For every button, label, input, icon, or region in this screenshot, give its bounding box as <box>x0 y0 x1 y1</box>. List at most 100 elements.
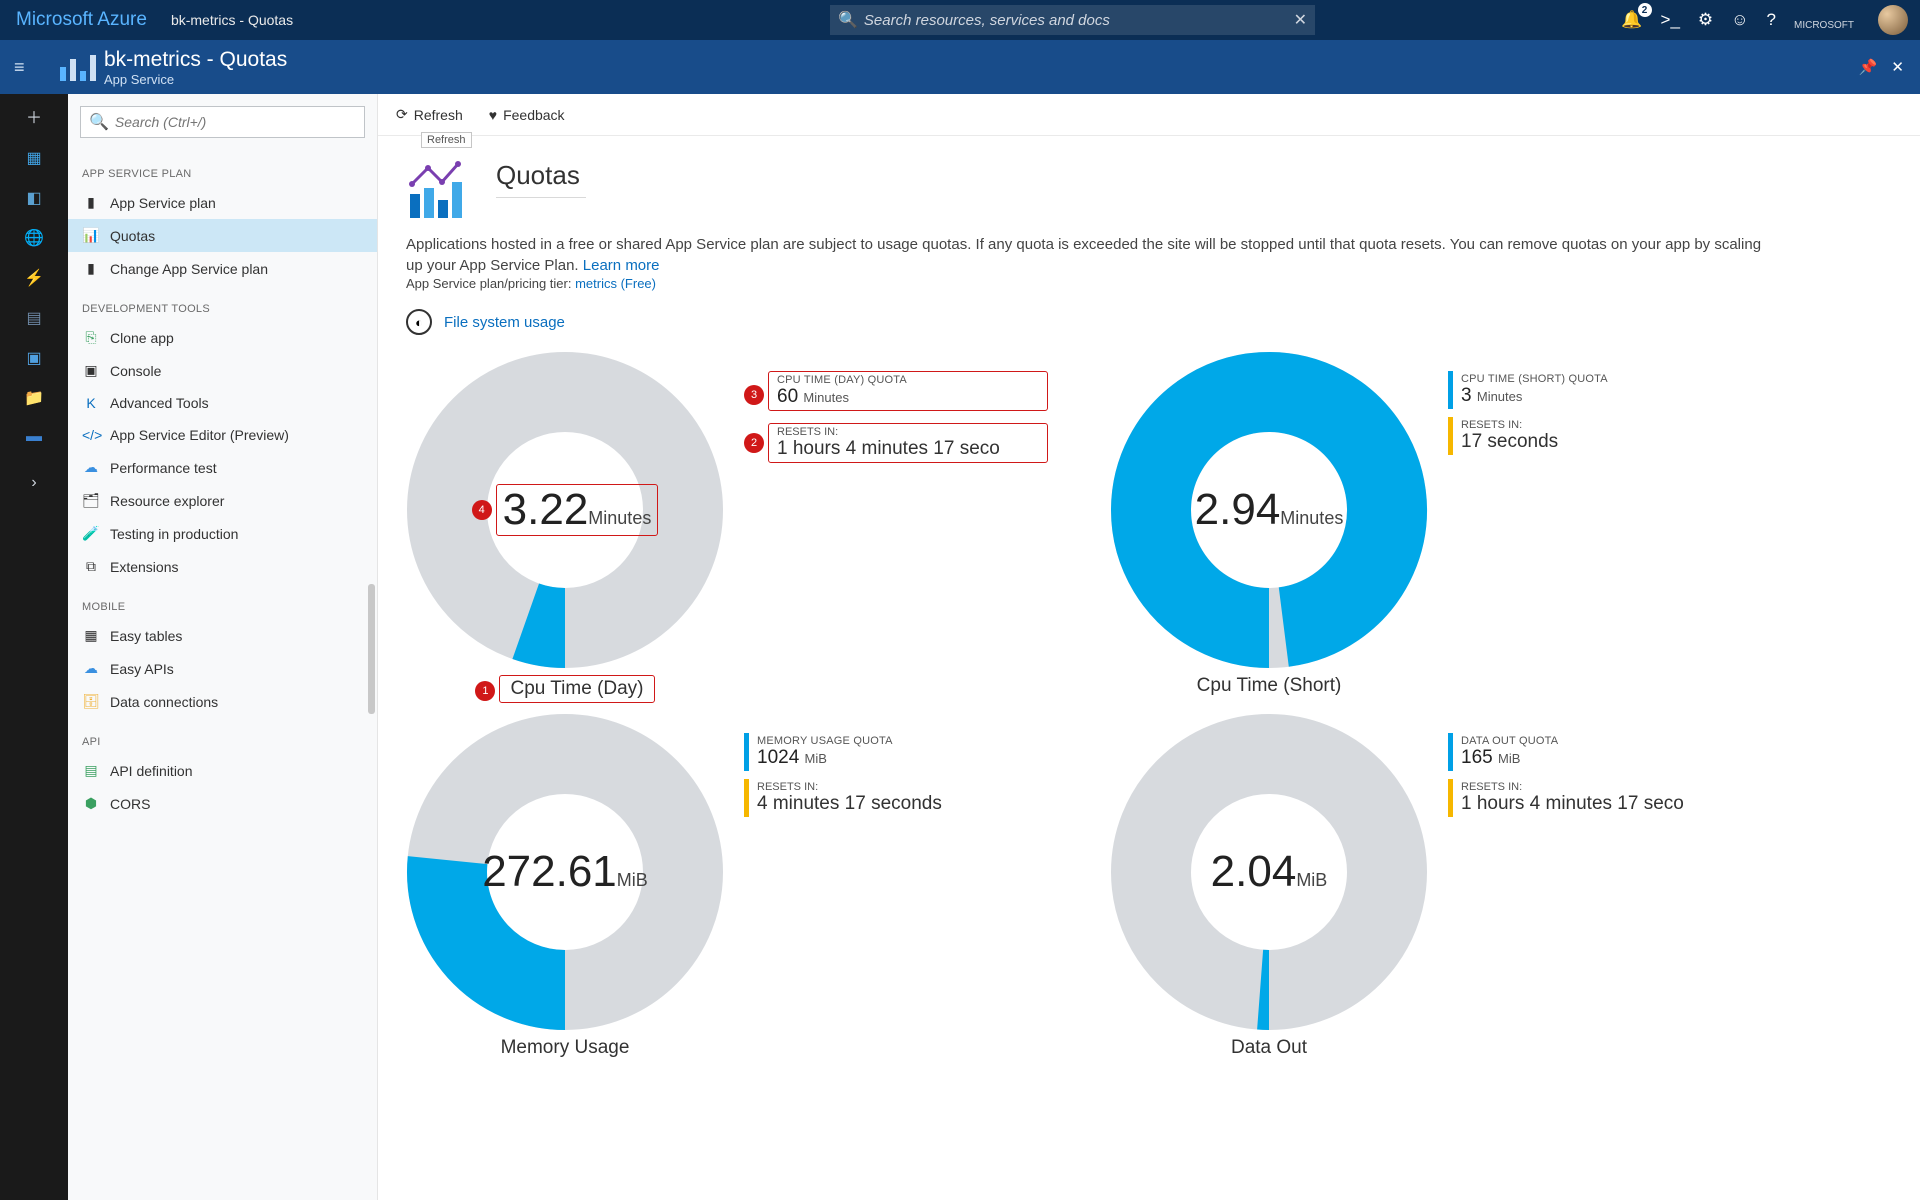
menu-item-testing-production[interactable]: 🧪Testing in production <box>68 517 377 550</box>
hamburger-icon[interactable]: ≡ <box>14 57 54 78</box>
rail-cube-icon[interactable]: ◧ <box>0 188 68 208</box>
menu-search-input[interactable] <box>115 114 356 130</box>
help-icon[interactable]: ? <box>1767 10 1776 30</box>
menu-item-extensions[interactable]: ⧉Extensions <box>68 550 377 583</box>
file-system-usage-link[interactable]: File system usage <box>444 314 565 331</box>
top-bar: Microsoft Azure bk-metrics - Quotas 🔍 ✕ … <box>0 0 1920 40</box>
rail-storage-icon[interactable]: ▤ <box>0 308 68 328</box>
menu-item-quotas[interactable]: 📊Quotas <box>68 219 377 252</box>
rail-folder-icon[interactable]: 📁 <box>0 388 68 408</box>
rail-function-icon[interactable]: ⚡ <box>0 268 68 288</box>
annotation-badge: 4 <box>472 500 492 520</box>
content-area: ⟳Refresh ♥Feedback Refresh Quotas Applic… <box>378 94 1920 1200</box>
quotas-hero-icon <box>406 160 476 220</box>
change-plan-icon: ▮ <box>82 260 100 277</box>
account-label[interactable]: MICROSOFT <box>1794 9 1854 31</box>
rail-globe-icon[interactable]: 🌐 <box>0 228 68 248</box>
menu-item-performance-test[interactable]: ☁Performance test <box>68 451 377 484</box>
menu-search[interactable]: 🔍 <box>80 106 365 138</box>
quota-donut-chart: 2.94Minutes <box>1110 351 1428 669</box>
menu-item-data-connections[interactable]: 🗄Data connections <box>68 685 377 718</box>
annotation-badge: 3 <box>744 385 764 405</box>
blade-subtitle: App Service <box>104 72 287 87</box>
notifications-icon[interactable]: 🔔2 <box>1621 10 1642 30</box>
rail-sql-icon[interactable]: ▬ <box>0 428 68 446</box>
quota-value: 2.04MiB <box>1211 847 1328 896</box>
clone-icon: ⎘ <box>82 329 100 346</box>
menu-item-cors[interactable]: ⬢CORS <box>68 787 377 820</box>
tier-link[interactable]: metrics (Free) <box>575 276 656 291</box>
test-icon: 🧪 <box>82 525 100 542</box>
blade-title-wrap: bk-metrics - Quotas App Service <box>104 48 287 87</box>
search-input[interactable] <box>864 12 1294 29</box>
menu-group-label: DEVELOPMENT TOOLS <box>68 285 377 321</box>
learn-more-link[interactable]: Learn more <box>583 257 660 274</box>
quota-cell: 43.22Minutes 1Cpu Time (Day) 3CPU TIME (… <box>406 351 1106 703</box>
feedback-icon[interactable]: ☺ <box>1731 10 1748 30</box>
settings-icon[interactable]: ⚙ <box>1698 10 1713 30</box>
menu-item-resource-explorer[interactable]: 🗂Resource explorer <box>68 484 377 517</box>
annotation-badge: 1 <box>475 681 495 701</box>
blade-icon <box>54 49 104 85</box>
pin-icon[interactable]: 📌 <box>1859 58 1878 76</box>
menu-item-change-plan[interactable]: ▮Change App Service plan <box>68 252 377 285</box>
heart-icon: ♥ <box>489 107 497 123</box>
menu-item-app-service-plan[interactable]: ▮App Service plan <box>68 186 377 219</box>
rail-dashboard-icon[interactable]: ▦ <box>0 148 68 168</box>
quota-cell: 2.04MiB Data Out DATA OUT QUOTA165 MiB R… <box>1110 713 1810 1059</box>
annotation-badge: 2 <box>744 433 764 453</box>
extensions-icon: ⧉ <box>82 558 100 575</box>
resource-menu: 🔍 APP SERVICE PLAN ▮App Service plan 📊Qu… <box>68 94 378 1200</box>
quota-donut-chart: 2.04MiB <box>1110 713 1428 1031</box>
menu-item-advanced-tools[interactable]: KAdvanced Tools <box>68 387 377 419</box>
menu-item-easy-apis[interactable]: ☁Easy APIs <box>68 652 377 685</box>
command-bar: ⟳Refresh ♥Feedback Refresh <box>378 94 1920 136</box>
quota-limit-box: CPU TIME (SHORT) QUOTA3 Minutes <box>1448 371 1616 409</box>
breadcrumb[interactable]: bk-metrics - Quotas <box>171 12 293 28</box>
quota-cell: 272.61MiB Memory Usage MEMORY USAGE QUOT… <box>406 713 1106 1059</box>
global-search[interactable]: 🔍 ✕ <box>830 5 1315 35</box>
quota-cell: 2.94Minutes Cpu Time (Short) CPU TIME (S… <box>1110 351 1810 703</box>
explorer-icon: 🗂 <box>82 492 100 509</box>
feedback-button[interactable]: ♥Feedback <box>489 107 565 123</box>
menu-group-label: MOBILE <box>68 583 377 619</box>
blade-header: ≡ bk-metrics - Quotas App Service 📌 ✕ <box>0 40 1920 94</box>
quota-limit-box: DATA OUT QUOTA165 MiB <box>1448 733 1692 771</box>
rail-expand-icon[interactable]: › <box>0 474 68 492</box>
plan-icon: ▮ <box>82 194 100 211</box>
menu-item-clone-app[interactable]: ⎘Clone app <box>68 321 377 354</box>
top-icons: 🔔2 >_ ⚙ ☺ ? MICROSOFT <box>1621 0 1908 40</box>
data-icon: 🗄 <box>82 693 100 710</box>
refresh-button[interactable]: ⟳Refresh <box>396 106 463 123</box>
quota-reset-box: RESETS IN:1 hours 4 minutes 17 seco <box>1448 779 1692 817</box>
cors-icon: ⬢ <box>82 795 100 812</box>
menu-item-easy-tables[interactable]: ▦Easy tables <box>68 619 377 652</box>
menu-item-app-service-editor[interactable]: </>App Service Editor (Preview) <box>68 419 377 451</box>
editor-icon: </> <box>82 427 100 443</box>
close-blade-icon[interactable]: ✕ <box>1891 58 1904 76</box>
quota-donut-chart: 272.61MiB <box>406 713 724 1031</box>
page-description: Applications hosted in a free or shared … <box>406 234 1766 276</box>
console-icon: ▣ <box>82 362 100 379</box>
tooltip: Refresh <box>421 132 472 148</box>
quota-value: 272.61MiB <box>482 847 648 896</box>
quota-donut-chart: 43.22Minutes <box>406 351 724 669</box>
quota-reset-box: RESETS IN:1 hours 4 minutes 17 seco <box>768 423 1048 463</box>
tables-icon: ▦ <box>82 627 100 644</box>
menu-group-label: APP SERVICE PLAN <box>68 150 377 186</box>
create-resource-icon[interactable]: ＋ <box>0 104 68 128</box>
avatar[interactable] <box>1878 5 1908 35</box>
notif-badge: 2 <box>1638 3 1652 17</box>
gauge-icon: ◐ <box>406 309 432 335</box>
blade-title: bk-metrics - Quotas <box>104 48 287 72</box>
search-icon: 🔍 <box>838 10 858 30</box>
quota-limit-box: MEMORY USAGE QUOTA1024 MiB <box>744 733 950 771</box>
cloud-shell-icon[interactable]: >_ <box>1661 10 1680 30</box>
quota-value: 2.94Minutes <box>1195 485 1344 534</box>
rail-monitor-icon[interactable]: ▣ <box>0 348 68 368</box>
menu-item-console[interactable]: ▣Console <box>68 354 377 387</box>
brand[interactable]: Microsoft Azure <box>0 9 163 31</box>
menu-item-api-definition[interactable]: ▤API definition <box>68 754 377 787</box>
clear-search-icon[interactable]: ✕ <box>1294 10 1307 30</box>
scrollbar-thumb[interactable] <box>368 584 375 714</box>
